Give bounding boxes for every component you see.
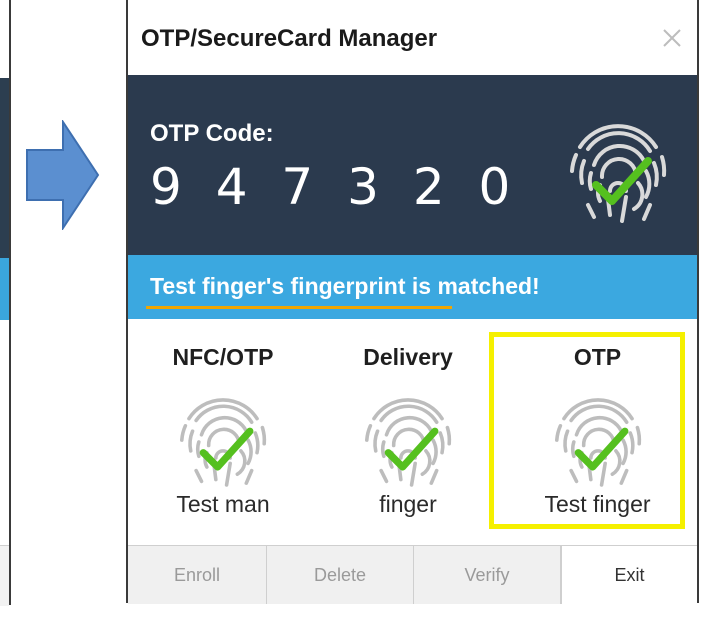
profile-title: NFC/OTP [172, 344, 274, 370]
profile-delivery[interactable]: Delivery finger [313, 319, 503, 545]
otp-code-value: 9 4 7 3 2 0 [150, 158, 520, 216]
fingerprint-check-icon [570, 124, 667, 223]
previous-window-dark-band [0, 78, 9, 258]
fingerprint-check-icon [554, 398, 641, 487]
profile-title: OTP [573, 344, 622, 370]
delete-button[interactable]: Delete [267, 546, 414, 604]
match-status-message: Test finger's fingerprint is matched! [150, 273, 540, 299]
profile-otp[interactable]: OTP Test finger [498, 319, 697, 545]
otp-code-label: OTP Code: [150, 120, 274, 147]
match-status-bar: Test finger's fingerprint is matched! [128, 255, 697, 319]
profile-title: Delivery [363, 344, 453, 370]
previous-window-footer [0, 545, 9, 606]
enroll-button[interactable]: Enroll [128, 546, 267, 604]
footer-toolbar: Enroll Delete Verify Exit [128, 545, 697, 604]
profile-name: finger [379, 491, 437, 517]
otp-manager-dialog: OTP/SecureCard Manager OTP Code: 9 4 7 3… [126, 0, 699, 604]
exit-button[interactable]: Exit [561, 546, 697, 604]
transition-arrow-icon [26, 120, 100, 230]
fingerprint-profiles: NFC/OTP Test man Delivery finger OTP Tes… [128, 319, 697, 545]
fingerprint-check-icon [179, 398, 267, 487]
otp-code-panel: OTP Code: 9 4 7 3 2 0 [128, 75, 697, 255]
title-bar: OTP/SecureCard Manager [128, 0, 697, 75]
profile-nfc-otp[interactable]: NFC/OTP Test man [128, 319, 318, 545]
window-title: OTP/SecureCard Manager [141, 25, 438, 52]
profile-name: Test man [176, 491, 270, 517]
verify-button[interactable]: Verify [414, 546, 561, 604]
close-icon[interactable] [661, 27, 683, 49]
profile-name: Test finger [544, 491, 651, 517]
fingerprint-check-icon [364, 398, 452, 487]
status-underline [146, 306, 452, 309]
previous-window-blue-band [0, 258, 9, 320]
previous-window-edge [0, 0, 11, 606]
